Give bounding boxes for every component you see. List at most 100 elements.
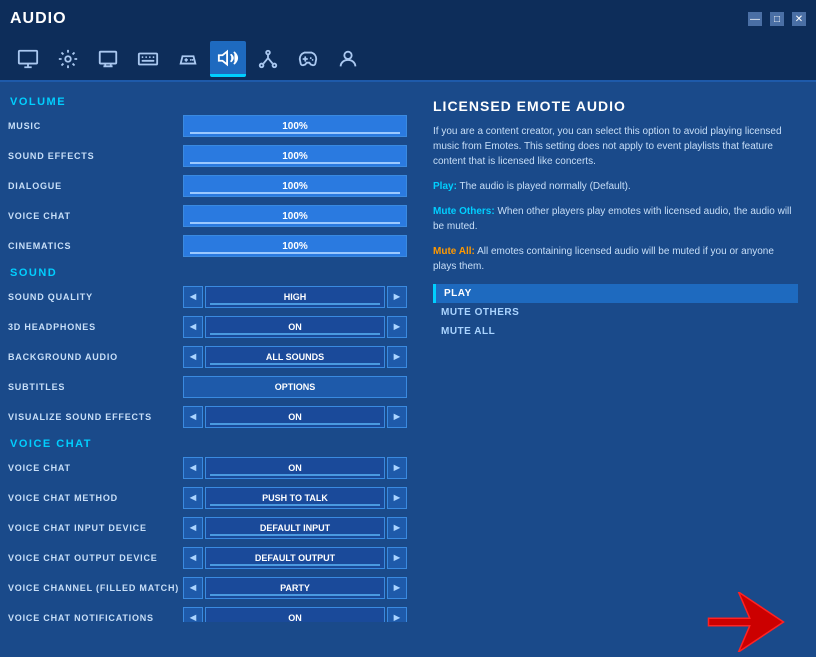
vc-notifications-value: On — [205, 607, 385, 622]
nav-monitor[interactable] — [10, 41, 46, 77]
visualize-row: Visualize Sound Effects ◄ On ► — [0, 402, 415, 432]
dialogue-value: 100% — [282, 181, 308, 192]
subtitles-row: Subtitles Options — [0, 372, 415, 402]
sound-effects-vol-value: 100% — [282, 151, 308, 162]
headphones-left[interactable]: ◄ — [183, 316, 203, 338]
nav-settings[interactable] — [50, 41, 86, 77]
cinematics-row: Cinematics 100% — [0, 231, 415, 261]
vc-toggle-right[interactable]: ► — [387, 457, 407, 479]
cinematics-control[interactable]: 100% — [183, 235, 407, 257]
vc-method-value: Push to Talk — [205, 487, 385, 509]
nav-controller[interactable] — [170, 41, 206, 77]
mute-all-desc: All emotes containing licensed audio wil… — [433, 246, 774, 272]
vc-toggle-row: Voice Chat ◄ On ► — [0, 453, 415, 483]
visualize-label: Visualize Sound Effects — [8, 412, 183, 422]
nav-user[interactable] — [330, 41, 366, 77]
sound-quality-value: High — [205, 286, 385, 308]
sound-quality-row: Sound Quality ◄ High ► — [0, 282, 415, 312]
vc-notifications-left[interactable]: ◄ — [183, 607, 203, 622]
play-label: Play: — [433, 181, 457, 192]
vc-output-value: Default Output — [205, 547, 385, 569]
music-row: Music 100% — [0, 111, 415, 141]
vc-notifications-selector: ◄ On ► — [183, 607, 407, 622]
vc-method-label: Voice Chat Method — [8, 493, 183, 503]
app-title: Audio — [10, 10, 67, 28]
sound-quality-selector: ◄ High ► — [183, 286, 407, 308]
vc-channel-left[interactable]: ◄ — [183, 577, 203, 599]
play-desc: The audio is played normally (Default). — [460, 181, 631, 192]
sound-quality-label: Sound Quality — [8, 292, 183, 302]
window-controls[interactable]: — □ ✕ — [748, 12, 806, 26]
vc-output-right[interactable]: ► — [387, 547, 407, 569]
vc-toggle-left[interactable]: ◄ — [183, 457, 203, 479]
info-description: If you are a content creator, you can se… — [433, 124, 798, 169]
vc-input-row: Voice Chat Input Device ◄ Default Input … — [0, 513, 415, 543]
background-audio-right[interactable]: ► — [387, 346, 407, 368]
vc-output-label: Voice Chat Output Device — [8, 553, 183, 563]
vc-output-row: Voice Chat Output Device ◄ Default Outpu… — [0, 543, 415, 573]
mute-all-label: Mute All: — [433, 246, 475, 257]
vc-toggle-selector: ◄ On ► — [183, 457, 407, 479]
sound-quality-left[interactable]: ◄ — [183, 286, 203, 308]
visualize-right[interactable]: ► — [387, 406, 407, 428]
voice-chat-vol-control[interactable]: 100% — [183, 205, 407, 227]
dialogue-row: Dialogue 100% — [0, 171, 415, 201]
vc-input-label: Voice Chat Input Device — [8, 523, 183, 533]
headphones-selector: ◄ On ► — [183, 316, 407, 338]
background-audio-value: All Sounds — [205, 346, 385, 368]
vc-toggle-label: Voice Chat — [8, 463, 183, 473]
vc-output-selector: ◄ Default Output ► — [183, 547, 407, 569]
headphones-row: 3D Headphones ◄ On ► — [0, 312, 415, 342]
option-play[interactable]: Play — [433, 284, 798, 303]
option-mute-others[interactable]: Mute Others — [433, 303, 798, 322]
music-control[interactable]: 100% — [183, 115, 407, 137]
cinematics-label: Cinematics — [8, 241, 183, 251]
vc-input-left[interactable]: ◄ — [183, 517, 203, 539]
vc-method-left[interactable]: ◄ — [183, 487, 203, 509]
info-mute-others-section: Mute Others: When other players play emo… — [433, 204, 798, 234]
close-button[interactable]: ✕ — [792, 12, 806, 26]
voice-chat-vol-label: Voice Chat — [8, 211, 183, 221]
music-value: 100% — [282, 121, 308, 132]
subtitles-label: Subtitles — [8, 382, 183, 392]
maximize-button[interactable]: □ — [770, 12, 784, 26]
sound-quality-right[interactable]: ► — [387, 286, 407, 308]
background-audio-left[interactable]: ◄ — [183, 346, 203, 368]
sound-effects-vol-control[interactable]: 100% — [183, 145, 407, 167]
vc-notifications-row: Voice Chat Notifications ◄ On ► — [0, 603, 415, 622]
sound-section-header: Sound — [0, 261, 415, 282]
main-content: Volume Music 100% Sound Effects 100% Dia… — [0, 82, 816, 622]
nav-audio[interactable] — [210, 41, 246, 77]
headphones-value: On — [205, 316, 385, 338]
nav-display[interactable] — [90, 41, 126, 77]
background-audio-label: Background Audio — [8, 352, 183, 362]
dialogue-label: Dialogue — [8, 181, 183, 191]
option-mute-all[interactable]: Mute All — [433, 322, 798, 341]
info-play-section: Play: The audio is played normally (Defa… — [433, 179, 798, 194]
vc-channel-right[interactable]: ► — [387, 577, 407, 599]
headphones-right[interactable]: ► — [387, 316, 407, 338]
visualize-left[interactable]: ◄ — [183, 406, 203, 428]
vc-output-left[interactable]: ◄ — [183, 547, 203, 569]
info-mute-all-section: Mute All: All emotes containing licensed… — [433, 244, 798, 274]
dialogue-control[interactable]: 100% — [183, 175, 407, 197]
nav-gamepad[interactable] — [290, 41, 326, 77]
subtitles-button[interactable]: Options — [183, 376, 407, 398]
left-panel: Volume Music 100% Sound Effects 100% Dia… — [0, 82, 415, 622]
vc-notifications-label: Voice Chat Notifications — [8, 613, 183, 622]
voice-chat-section-header: Voice Chat — [0, 432, 415, 453]
nav-network[interactable] — [250, 41, 286, 77]
vc-method-right[interactable]: ► — [387, 487, 407, 509]
sound-effects-vol-label: Sound Effects — [8, 151, 183, 161]
minimize-button[interactable]: — — [748, 12, 762, 26]
info-title: Licensed Emote Audio — [433, 98, 798, 114]
title-bar: Audio — □ ✕ — [0, 0, 816, 38]
headphones-label: 3D Headphones — [8, 322, 183, 332]
visualize-selector: ◄ On ► — [183, 406, 407, 428]
nav-keyboard[interactable] — [130, 41, 166, 77]
vc-method-selector: ◄ Push to Talk ► — [183, 487, 407, 509]
vc-notifications-right[interactable]: ► — [387, 607, 407, 622]
vc-input-selector: ◄ Default Input ► — [183, 517, 407, 539]
vc-input-right[interactable]: ► — [387, 517, 407, 539]
background-audio-row: Background Audio ◄ All Sounds ► — [0, 342, 415, 372]
